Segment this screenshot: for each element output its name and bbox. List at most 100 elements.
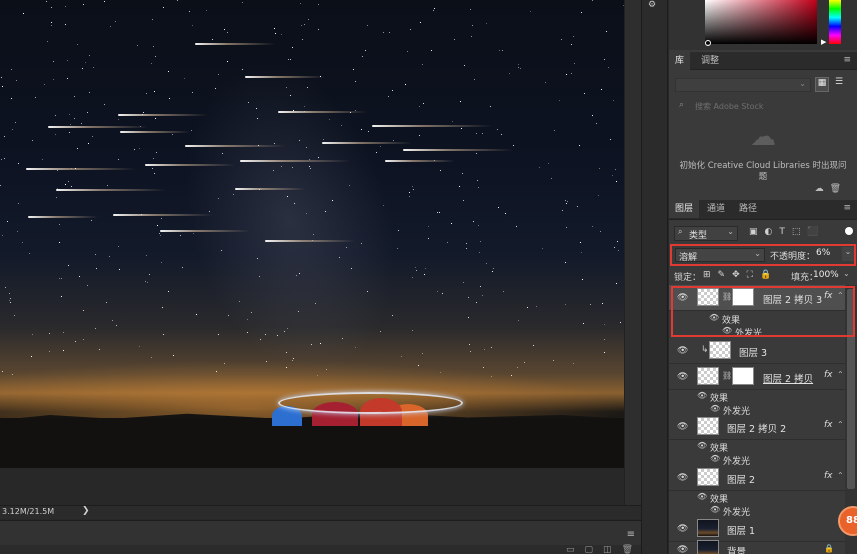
eye-icon[interactable]: 👁	[710, 454, 720, 463]
layer-name[interactable]: 背景	[727, 544, 746, 554]
layer-name[interactable]: 图层 2 拷贝	[763, 371, 813, 385]
fx-icon[interactable]: fx	[824, 471, 833, 481]
opacity-input[interactable]: 6%	[814, 248, 842, 262]
trash-icon[interactable]: 🗑	[622, 545, 633, 554]
star	[221, 250, 222, 251]
tab-libraries[interactable]: 库	[669, 52, 691, 70]
effects-row[interactable]: 👁 效果	[669, 311, 845, 326]
lock-all-icon[interactable]: 🔒	[760, 270, 771, 280]
star	[14, 315, 15, 316]
layer-name[interactable]: 图层 2 拷贝 3	[763, 292, 822, 306]
layer-mask-thumbnail[interactable]	[732, 367, 754, 385]
layer-name[interactable]: 图层 2 拷贝 2	[727, 421, 786, 435]
eye-icon[interactable]: 👁	[677, 346, 688, 356]
star	[71, 186, 72, 187]
layer-row[interactable]: 👁 背景 🔒	[669, 537, 845, 554]
grid-view-button[interactable]: ▦	[815, 77, 829, 92]
stock-search[interactable]: ⌕ 搜索 Adobe Stock	[675, 100, 851, 114]
layer-mask-thumbnail[interactable]	[732, 288, 754, 306]
eye-icon[interactable]: 👁	[677, 293, 688, 303]
tab-channels[interactable]: 通道	[701, 200, 731, 218]
timeline-menu-icon[interactable]: ≡	[627, 529, 635, 540]
status-menu-arrow[interactable]: ❯	[82, 506, 90, 516]
filter-toggle[interactable]	[845, 227, 853, 235]
star	[518, 320, 519, 321]
tab-layers[interactable]: 图层	[669, 200, 700, 218]
eye-icon[interactable]: 👁	[677, 473, 688, 483]
fill-input[interactable]: 100%	[813, 270, 839, 280]
dock-tool-icon[interactable]: ⚙	[648, 0, 666, 10]
layer-row[interactable]: 👁 ⛓ 图层 2 拷贝 fx ⌃	[669, 364, 845, 390]
timeline-icon[interactable]: ◫	[603, 545, 612, 554]
star	[478, 187, 479, 188]
library-menu-icon[interactable]: ≡	[843, 55, 851, 65]
color-picker-field[interactable]	[705, 0, 817, 44]
lock-transparency-icon[interactable]: ⊞	[703, 270, 711, 280]
cloud-sync-icon[interactable]: ☁	[815, 184, 824, 194]
eye-icon[interactable]: 👁	[710, 505, 720, 514]
effect-row[interactable]: 👁 外发光	[669, 503, 845, 518]
adjustment-filter-icon[interactable]: ◐	[765, 227, 773, 237]
chevron-down-icon[interactable]: ⌄	[843, 269, 850, 278]
smart-object-filter-icon[interactable]: ⬛	[807, 227, 818, 237]
trash-icon[interactable]: 🗑	[830, 184, 841, 194]
document-canvas[interactable]	[0, 0, 624, 468]
list-view-button[interactable]: ☰	[832, 77, 846, 92]
stock-search-input[interactable]: 搜索 Adobe Stock	[695, 101, 764, 112]
filter-kind-select[interactable]: ⌕ 类型 ⌄	[674, 226, 738, 241]
canvas-vertical-scrollbar[interactable]	[624, 0, 641, 505]
layer-name[interactable]: 图层 3	[739, 345, 767, 359]
effect-row[interactable]: 👁 外发光	[669, 324, 845, 339]
chevron-up-icon[interactable]: ⌃	[837, 420, 844, 429]
layer-row[interactable]: 👁 ↳ 图层 3	[669, 338, 845, 364]
chevron-up-icon[interactable]: ⌃	[837, 291, 844, 300]
eye-icon[interactable]: 👁	[677, 524, 688, 534]
layer-name[interactable]: 图层 1	[727, 523, 755, 537]
eye-icon[interactable]: 👁	[677, 422, 688, 432]
effects-row[interactable]: 👁 效果	[669, 439, 845, 454]
layers-menu-icon[interactable]: ≡	[843, 203, 851, 213]
pixel-filter-icon[interactable]: ▣	[749, 227, 758, 237]
tab-paths[interactable]: 路径	[733, 200, 763, 218]
eye-icon[interactable]: 👁	[677, 372, 688, 382]
lock-image-icon[interactable]: ✎	[718, 270, 726, 280]
type-filter-icon[interactable]: T	[779, 227, 785, 237]
link-icon[interactable]: ⛓	[722, 292, 732, 301]
color-picker-marker[interactable]	[705, 40, 711, 46]
blend-mode-select[interactable]: 溶解 ⌄	[675, 248, 765, 263]
library-select[interactable]: ⌄	[675, 78, 811, 92]
eye-icon[interactable]: 👁	[697, 441, 707, 450]
timeline-icon[interactable]: ▭	[566, 545, 575, 554]
eye-icon[interactable]: 👁	[709, 313, 719, 322]
eye-icon[interactable]: 👁	[677, 545, 688, 554]
layer-row[interactable]: 👁 图层 2 拷贝 2 fx ⌃	[669, 414, 845, 440]
fx-icon[interactable]: fx	[824, 420, 833, 430]
hue-slider[interactable]	[829, 0, 841, 44]
effects-row[interactable]: 👁 效果	[669, 389, 845, 404]
layers-scrollbar-thumb[interactable]	[847, 289, 855, 489]
layer-row[interactable]: 👁 图层 2 fx ⌃	[669, 465, 845, 491]
fx-icon[interactable]: fx	[824, 291, 833, 301]
eye-icon[interactable]: 👁	[722, 326, 732, 335]
opacity-dropdown-button[interactable]: ⌄	[842, 247, 854, 261]
effects-row[interactable]: 👁 效果	[669, 490, 845, 505]
tab-adjustments[interactable]: 调整	[695, 52, 725, 70]
shape-filter-icon[interactable]: ⬚	[792, 227, 801, 237]
star	[355, 347, 356, 348]
lock-position-icon[interactable]: ✥	[732, 270, 740, 280]
effect-row[interactable]: 👁 外发光	[669, 452, 845, 467]
lock-artboard-icon[interactable]: ⛶	[747, 270, 753, 280]
chevron-up-icon[interactable]: ⌃	[837, 370, 844, 379]
hue-marker-icon[interactable]: ▶	[821, 38, 826, 46]
link-icon[interactable]: ⛓	[722, 371, 732, 380]
layer-row[interactable]: 👁 ⛓ 图层 2 拷贝 3 fx ⌃	[669, 285, 845, 311]
chevron-up-icon[interactable]: ⌃	[837, 471, 844, 480]
star	[296, 275, 297, 276]
eye-icon[interactable]: 👁	[710, 404, 720, 413]
timeline-icon[interactable]: ▢	[585, 545, 594, 554]
eye-icon[interactable]: 👁	[697, 391, 707, 400]
layer-name[interactable]: 图层 2	[727, 472, 755, 486]
fx-icon[interactable]: fx	[824, 370, 833, 380]
eye-icon[interactable]: 👁	[697, 492, 707, 501]
star	[566, 74, 567, 75]
